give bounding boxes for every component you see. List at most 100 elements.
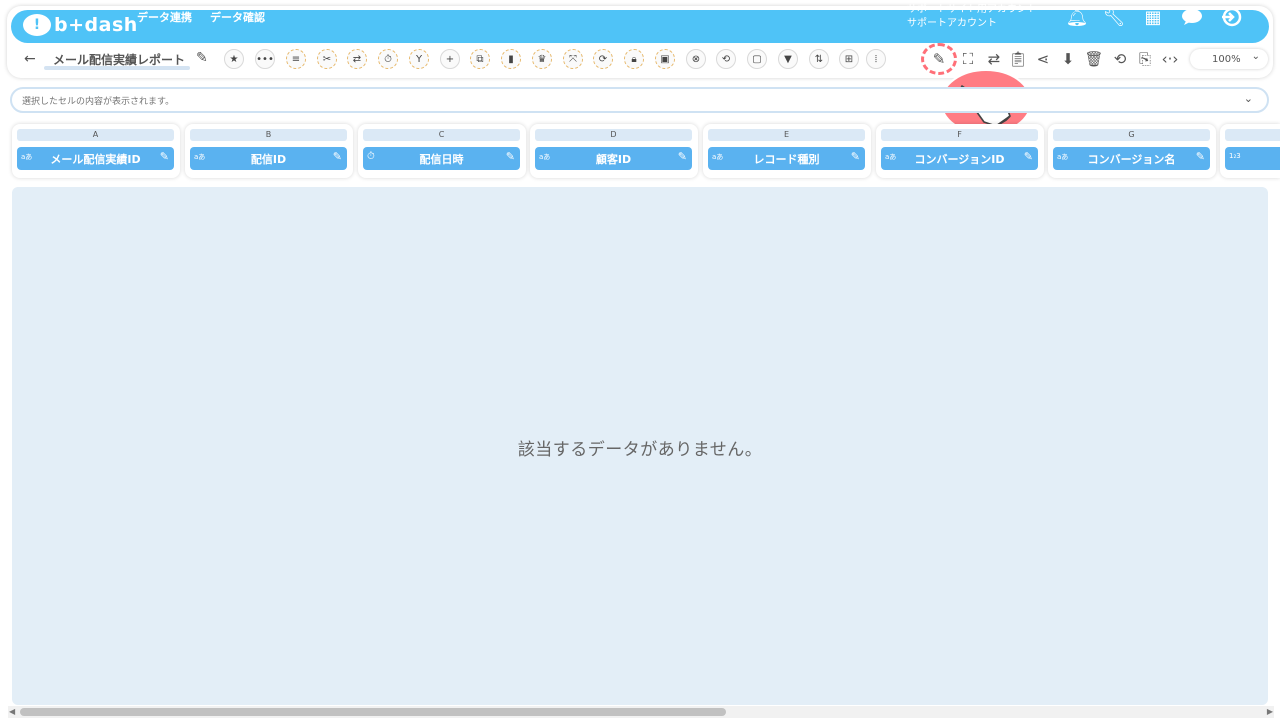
table-icon[interactable]: ⊞: [839, 49, 859, 69]
plus-icon[interactable]: +: [440, 49, 460, 69]
column-letter: E: [708, 129, 865, 141]
merge-icon[interactable]: ⇄: [347, 49, 367, 69]
sort-icon[interactable]: ⇅: [809, 49, 829, 69]
history-icon[interactable]: ⟲: [1110, 49, 1130, 69]
edit-column-icon[interactable]: ✎: [851, 150, 860, 163]
fullscreen-icon[interactable]: ⛶: [958, 49, 978, 69]
text-type-icon: aあ: [21, 153, 33, 161]
column-name: メール配信実績ID: [50, 152, 141, 166]
column-c[interactable]: C ⏱ 配信日時 ✎: [358, 124, 526, 178]
column-name: コンバージョンID: [914, 152, 1005, 166]
branch-icon[interactable]: Y: [409, 49, 429, 69]
clipboard-icon[interactable]: 📋︎: [1008, 49, 1028, 69]
column-name: コンバージョン名: [1087, 152, 1176, 166]
zoom-select[interactable]: 100% ⌄: [1190, 49, 1268, 69]
nav-data-link[interactable]: データ連携: [137, 9, 192, 25]
column-header[interactable]: ⏱ 配信日時 ✎: [363, 147, 520, 170]
embed-code-icon[interactable]: ‹·›: [1160, 49, 1180, 69]
column-f[interactable]: F aあ コンバージョンID ✎: [876, 124, 1044, 178]
column-header[interactable]: 1₂3: [1225, 147, 1280, 170]
column-letter: C: [363, 129, 520, 141]
column-header[interactable]: aあ メール配信実績ID ✎: [17, 147, 174, 170]
column-header[interactable]: aあ 配信ID ✎: [190, 147, 347, 170]
crown-icon[interactable]: ♛: [532, 49, 552, 69]
file-refresh-icon[interactable]: ⎘: [1135, 49, 1155, 69]
delete-column-icon[interactable]: ▮: [501, 49, 521, 69]
edit-column-icon[interactable]: ✎: [506, 150, 515, 163]
column-g[interactable]: G aあ コンバージョン名 ✎: [1048, 124, 1216, 178]
repeat-icon[interactable]: ⟳: [593, 49, 613, 69]
account-name: サポートサイト用アカウント: [907, 4, 1037, 15]
text-type-icon: aあ: [194, 153, 206, 161]
column-e[interactable]: E aあ レコード種別 ✎: [703, 124, 871, 178]
chevron-down-icon[interactable]: ⌄: [1244, 92, 1253, 105]
download-icon[interactable]: ⬇: [1058, 49, 1078, 69]
text-type-icon: aあ: [1057, 153, 1069, 161]
column-name: レコード種別: [753, 152, 820, 166]
edit-column-icon[interactable]: ✎: [333, 150, 342, 163]
edit-column-icon[interactable]: ✎: [1196, 150, 1205, 163]
column-letter: D: [535, 129, 692, 141]
timer-icon[interactable]: ⏱: [378, 49, 398, 69]
nav-data-check[interactable]: データ確認: [210, 9, 265, 25]
share-icon[interactable]: ⋖: [1033, 49, 1053, 69]
column-header[interactable]: aあ レコード種別 ✎: [708, 147, 865, 170]
title-underline: [44, 66, 190, 70]
scrollbar-thumb[interactable]: [20, 708, 726, 716]
column-h[interactable]: 1₂3: [1220, 124, 1280, 178]
swap-icon[interactable]: ⇄: [984, 49, 1004, 69]
text-lines-icon[interactable]: ≡: [286, 49, 306, 69]
tools-icon[interactable]: ✂: [317, 49, 337, 69]
column-name: 顧客ID: [595, 152, 632, 166]
sync-icon[interactable]: ⟲: [716, 49, 736, 69]
logo-mark: !: [23, 14, 51, 36]
edit-column-icon[interactable]: ✎: [160, 150, 169, 163]
frame-icon[interactable]: ▢: [747, 49, 767, 69]
column-name: 配信ID: [250, 152, 287, 166]
account-info[interactable]: サポートサイト用アカウント サポートアカウント: [907, 3, 1037, 31]
column-letter: B: [190, 129, 347, 141]
box-icon[interactable]: ▣: [655, 49, 675, 69]
edit-column-icon[interactable]: ✎: [678, 150, 687, 163]
data-grid: 該当するデータがありません。: [12, 187, 1268, 705]
star-icon[interactable]: ★: [224, 49, 244, 69]
column-a[interactable]: A aあ メール配信実績ID ✎: [12, 124, 180, 178]
chat-icon[interactable]: [1181, 6, 1203, 28]
edit-column-icon[interactable]: ✎: [1024, 150, 1033, 163]
bell-icon[interactable]: 🔔︎: [1066, 6, 1089, 28]
grid-icon[interactable]: ▦: [1142, 6, 1164, 28]
logout-icon[interactable]: [1220, 6, 1242, 28]
scroll-right-icon[interactable]: ▶: [1267, 707, 1273, 716]
wrench-icon[interactable]: 🔧︎: [1103, 6, 1126, 28]
chevron-down-icon: ⌄: [1251, 51, 1260, 62]
text-type-icon: aあ: [539, 153, 551, 161]
number-type-icon: 1₂3: [1229, 152, 1241, 160]
columns-icon[interactable]: ⦙: [866, 49, 886, 69]
column-letter: A: [17, 129, 174, 141]
logo[interactable]: ! b+dash: [23, 14, 138, 36]
column-header[interactable]: aあ コンバージョンID ✎: [881, 147, 1038, 170]
column-name: 配信日時: [419, 152, 464, 166]
account-user: サポートアカウント: [907, 18, 997, 29]
filter-icon[interactable]: ▼: [778, 49, 798, 69]
formula-input[interactable]: [12, 91, 1212, 113]
edit-title-icon[interactable]: ✎: [196, 50, 208, 66]
back-arrow-icon[interactable]: ←: [24, 51, 36, 67]
empty-message: 該当するデータがありません。: [517, 440, 763, 460]
column-header[interactable]: aあ 顧客ID ✎: [535, 147, 692, 170]
datetime-type-icon: ⏱: [367, 151, 375, 162]
column-b[interactable]: B aあ 配信ID ✎: [185, 124, 353, 178]
cancel-icon[interactable]: ⊗: [686, 49, 706, 69]
trash-icon[interactable]: 🗑︎: [1084, 49, 1104, 69]
horizontal-scrollbar[interactable]: ◀ ▶: [8, 706, 1274, 718]
lock-icon[interactable]: 🔒︎: [624, 49, 644, 69]
scroll-left-icon[interactable]: ◀: [9, 707, 15, 716]
column-d[interactable]: D aあ 顧客ID ✎: [530, 124, 698, 178]
expand-icon[interactable]: ⤧: [563, 49, 583, 69]
copy-icon[interactable]: ⧉: [470, 49, 490, 69]
column-header[interactable]: aあ コンバージョン名 ✎: [1053, 147, 1210, 170]
column-letter: G: [1053, 129, 1210, 141]
zoom-value: 100%: [1212, 53, 1241, 65]
more-icon[interactable]: •••: [255, 49, 275, 69]
formula-bar[interactable]: ⌄: [10, 87, 1269, 113]
